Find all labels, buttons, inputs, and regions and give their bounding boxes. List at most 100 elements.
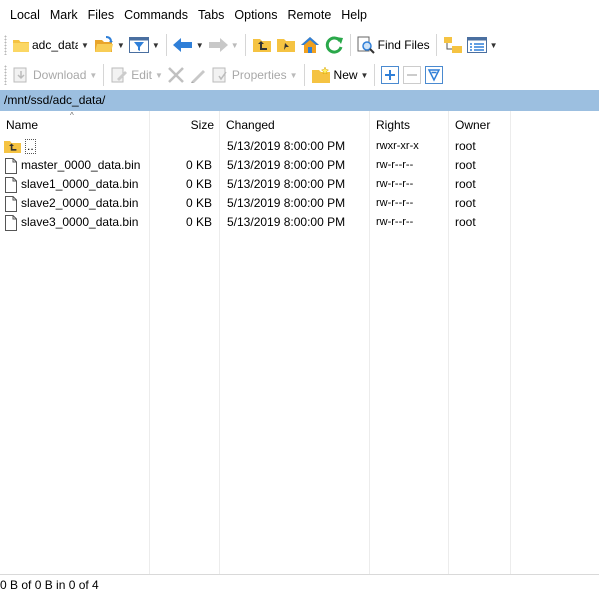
find-files-button[interactable]: Find Files	[355, 33, 432, 57]
name-cell: master_0000_data.bin	[4, 156, 140, 175]
drive-selector[interactable]: adc_data ▼	[10, 34, 92, 56]
file-row[interactable]: master_0000_data.bin 0 KB 5/13/2019 8:00…	[0, 156, 599, 175]
download-icon	[12, 66, 30, 84]
view-mode-button[interactable]: ▼	[465, 33, 500, 57]
owner-cell: root	[455, 158, 476, 172]
arrow-left-icon	[172, 38, 193, 52]
parent-name-cell: ..	[4, 137, 36, 156]
rename-button[interactable]	[187, 63, 209, 87]
menu-files[interactable]: Files	[83, 0, 119, 30]
column-name[interactable]: Name	[0, 111, 38, 139]
column-size[interactable]: Size	[150, 111, 214, 139]
file-icon	[4, 176, 18, 193]
name-cell: slave1_0000_data.bin	[4, 175, 138, 194]
rename-icon	[189, 66, 207, 84]
owner-cell: root	[455, 177, 476, 191]
chevron-down-icon[interactable]: ▼	[81, 41, 89, 50]
download-button[interactable]: Download ▼	[10, 63, 99, 87]
new-folder-icon	[311, 66, 331, 84]
details-view-icon	[466, 37, 487, 53]
edit-icon	[110, 66, 128, 84]
column-rights[interactable]: Rights	[370, 111, 410, 139]
edit-label: Edit	[131, 68, 152, 82]
root-folder-icon	[276, 37, 296, 53]
file-name: slave1_0000_data.bin	[21, 177, 139, 191]
folder-icon	[13, 38, 29, 52]
file-row[interactable]: slave3_0000_data.bin 0 KB 5/13/2019 8:00…	[0, 213, 599, 232]
menu-options[interactable]: Options	[229, 0, 282, 30]
delete-button[interactable]	[165, 63, 187, 87]
unselect-files-button[interactable]	[401, 63, 423, 87]
owner-cell: root	[455, 139, 476, 153]
arrow-right-icon	[208, 38, 228, 52]
back-button[interactable]: ▼	[171, 33, 206, 57]
navigation-toolbar: adc_data ▼ ▼ ▼ ▼ ▼ Find Files ▼	[0, 30, 599, 60]
delete-icon	[167, 66, 185, 84]
chevron-down-icon[interactable]: ▼	[290, 71, 298, 80]
menu-commands[interactable]: Commands	[119, 0, 193, 30]
find-files-label: Find Files	[377, 38, 430, 52]
chevron-down-icon[interactable]: ▼	[155, 71, 163, 80]
tree-view-button[interactable]	[441, 33, 465, 57]
edit-button[interactable]: Edit ▼	[108, 63, 165, 87]
root-directory-button[interactable]	[274, 33, 298, 57]
filter-icon	[128, 37, 149, 53]
changed-cell: 5/13/2019 8:00:00 PM	[227, 196, 346, 210]
refresh-button[interactable]	[322, 33, 346, 57]
select-files-button[interactable]	[379, 63, 401, 87]
path-bar[interactable]: /mnt/ssd/adc_data/	[0, 90, 599, 111]
menu-help[interactable]: Help	[336, 0, 372, 30]
column-owner[interactable]: Owner	[449, 111, 490, 139]
file-list[interactable]: ^ Name Size Changed Rights Owner .. 5/13…	[0, 111, 599, 574]
properties-label: Properties	[231, 68, 287, 82]
chevron-down-icon[interactable]: ▼	[490, 41, 498, 50]
minus-icon	[403, 66, 422, 84]
column-header: ^ Name Size Changed Rights Owner	[0, 111, 599, 139]
properties-button[interactable]: Properties ▼	[209, 63, 300, 87]
parent-directory-row[interactable]: .. 5/13/2019 8:00:00 PM rwxr-xr-x root	[0, 137, 599, 156]
menu-local[interactable]: Local	[5, 0, 45, 30]
rights-cell: rw-r--r--	[376, 197, 414, 209]
rights-cell: rwxr-xr-x	[376, 140, 419, 152]
new-button[interactable]: New ▼	[309, 63, 371, 87]
owner-cell: root	[455, 196, 476, 210]
open-directory-button[interactable]: ▼	[92, 33, 127, 57]
menu-tabs[interactable]: Tabs	[193, 0, 229, 30]
drive-label: adc_data	[32, 38, 78, 52]
menu-mark[interactable]: Mark	[45, 0, 83, 30]
properties-icon	[211, 66, 229, 84]
menu-remote[interactable]: Remote	[283, 0, 337, 30]
chevron-down-icon[interactable]: ▼	[89, 71, 97, 80]
parent-folder-icon	[252, 37, 272, 53]
toolbar-separator	[103, 64, 105, 86]
changed-cell: 5/13/2019 8:00:00 PM	[227, 158, 346, 172]
parent-directory-button[interactable]	[250, 33, 274, 57]
chevron-down-icon[interactable]: ▼	[152, 41, 160, 50]
find-files-icon	[357, 36, 375, 54]
folder-tree-icon	[443, 36, 463, 54]
file-row[interactable]: slave2_0000_data.bin 0 KB 5/13/2019 8:00…	[0, 194, 599, 213]
file-operations-toolbar: Download ▼ Edit ▼ Properties ▼ New ▼	[0, 60, 599, 90]
chevron-down-icon[interactable]: ▼	[196, 41, 204, 50]
changed-cell: 5/13/2019 8:00:00 PM	[227, 177, 346, 191]
sort-ascending-icon: ^	[70, 111, 74, 120]
select-all-button[interactable]	[423, 63, 445, 87]
download-label: Download	[33, 68, 87, 82]
column-changed[interactable]: Changed	[220, 111, 275, 139]
new-label: New	[333, 68, 358, 82]
chevron-down-icon[interactable]: ▼	[117, 41, 125, 50]
chevron-down-icon[interactable]: ▼	[361, 71, 369, 80]
changed-cell: 5/13/2019 8:00:00 PM	[227, 139, 346, 153]
forward-button[interactable]: ▼	[206, 33, 241, 57]
filter-button[interactable]: ▼	[127, 33, 162, 57]
toolbar-grip[interactable]	[4, 35, 7, 55]
open-folder-icon	[94, 36, 114, 54]
rights-cell: rw-r--r--	[376, 159, 414, 171]
toolbar-grip[interactable]	[4, 65, 7, 85]
home-directory-button[interactable]	[298, 33, 322, 57]
menu-bar: Local Mark Files Commands Tabs Options R…	[0, 0, 599, 30]
file-row[interactable]: slave1_0000_data.bin 0 KB 5/13/2019 8:00…	[0, 175, 599, 194]
refresh-icon	[324, 35, 344, 55]
changed-cell: 5/13/2019 8:00:00 PM	[227, 215, 346, 229]
chevron-down-icon[interactable]: ▼	[231, 41, 239, 50]
